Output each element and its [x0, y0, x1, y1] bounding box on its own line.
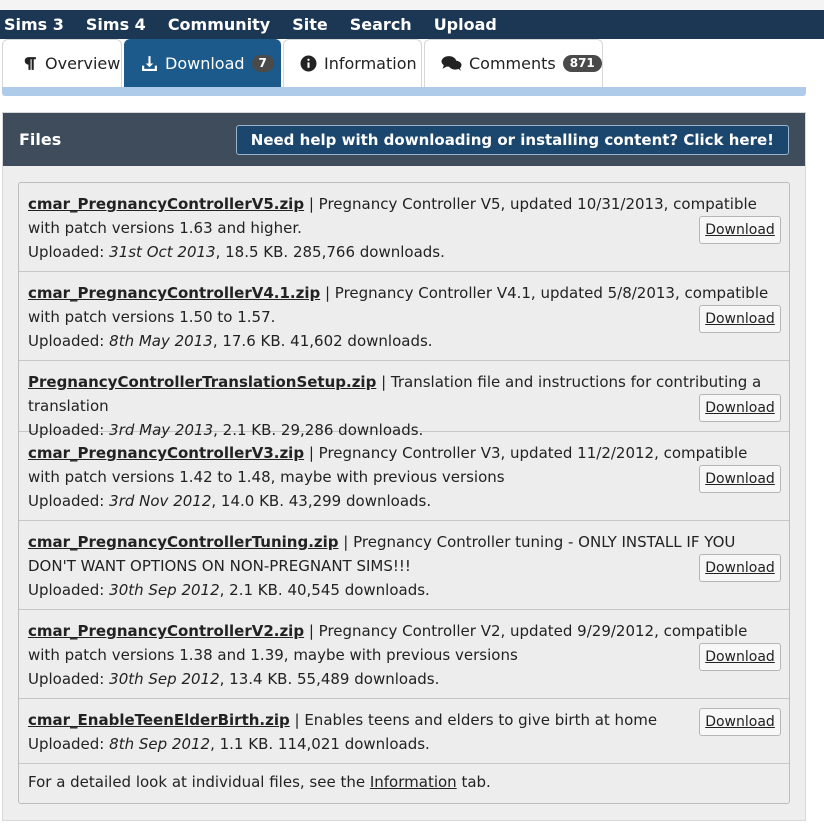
file-row: cmar_PregnancyControllerV2.zip | Pregnan… — [19, 610, 789, 699]
upload-date: 30th Sep 2012 — [109, 581, 220, 599]
tab-overview-label: Overview — [45, 54, 121, 73]
comments-count-badge: 871 — [562, 55, 602, 72]
tab-comments[interactable]: Comments 871 — [424, 39, 603, 87]
file-description: Enables teens and elders to give birth a… — [304, 711, 658, 729]
file-row: cmar_PregnancyControllerV4.1.zip | Pregn… — [19, 272, 789, 361]
nav-site[interactable]: Site — [292, 15, 328, 34]
tab-information[interactable]: Information — [283, 39, 422, 87]
upload-date: 8th May 2013 — [109, 332, 213, 350]
file-info: cmar_PregnancyControllerV3.zip | Pregnan… — [28, 444, 748, 510]
file-name-link[interactable]: cmar_PregnancyControllerV3.zip — [28, 444, 304, 462]
file-meta: , 13.4 KB. 55,489 downloads. — [219, 670, 440, 688]
file-meta: , 17.6 KB. 41,602 downloads. — [212, 332, 433, 350]
tab-download[interactable]: Download 7 — [124, 39, 281, 87]
uploaded-label: Uploaded: — [28, 243, 105, 261]
uploaded-label: Uploaded: — [28, 581, 105, 599]
information-tab-link[interactable]: Information — [370, 773, 457, 791]
tab-download-label: Download — [165, 54, 245, 73]
uploaded-label: Uploaded: — [28, 332, 105, 350]
tab-bar: Overview Download 7 Information Comments… — [0, 39, 824, 87]
uploaded-label: Uploaded: — [28, 492, 105, 510]
file-meta: , 18.5 KB. 285,766 downloads. — [215, 243, 445, 261]
tab-content-edge — [2, 87, 806, 96]
info-circle-icon — [300, 55, 317, 72]
footnote-text-before: For a detailed look at individual files,… — [28, 773, 370, 791]
download-button[interactable]: Download — [699, 554, 781, 582]
main-nav: Sims 3 Sims 4 Community Site Search Uplo… — [0, 10, 824, 39]
file-row: cmar_PregnancyControllerV5.zip | Pregnan… — [19, 183, 789, 272]
download-icon — [142, 56, 157, 71]
download-help-button[interactable]: Need help with downloading or installing… — [235, 124, 789, 155]
file-name-link[interactable]: cmar_EnableTeenElderBirth.zip — [28, 711, 290, 729]
files-panel-title: Files — [19, 130, 62, 149]
nav-search[interactable]: Search — [350, 15, 412, 34]
download-button[interactable]: Download — [699, 216, 781, 244]
files-panel-header: Files Need help with downloading or inst… — [3, 113, 805, 166]
download-count-badge: 7 — [251, 55, 274, 72]
file-info: cmar_PregnancyControllerV4.1.zip | Pregn… — [28, 284, 769, 350]
download-button[interactable]: Download — [699, 305, 781, 333]
files-footnote: For a detailed look at individual files,… — [28, 773, 491, 791]
top-strip — [0, 0, 824, 10]
file-meta: , 14.0 KB. 43,299 downloads. — [211, 492, 432, 510]
file-info: cmar_PregnancyControllerV2.zip | Pregnan… — [28, 622, 748, 688]
uploaded-label: Uploaded: — [28, 670, 105, 688]
tab-comments-label: Comments — [469, 54, 556, 73]
file-meta: , 1.1 KB. 114,021 downloads. — [210, 735, 430, 753]
upload-date: 3rd Nov 2012 — [109, 492, 212, 510]
download-button[interactable]: Download — [699, 643, 781, 671]
tab-overview[interactable]: Overview — [2, 39, 122, 87]
nav-sims3[interactable]: Sims 3 — [4, 15, 64, 34]
file-meta: , 2.1 KB. 40,545 downloads. — [219, 581, 430, 599]
file-name-link[interactable]: PregnancyControllerTranslationSetup.zip — [28, 373, 376, 391]
file-row: PregnancyControllerTranslationSetup.zip … — [19, 361, 789, 439]
nav-upload[interactable]: Upload — [434, 15, 497, 34]
footnote-text-after: tab. — [456, 773, 491, 791]
nav-community[interactable]: Community — [168, 15, 270, 34]
file-name-link[interactable]: cmar_PregnancyControllerV4.1.zip — [28, 284, 320, 302]
file-info: cmar_PregnancyControllerV5.zip | Pregnan… — [28, 195, 757, 261]
tab-information-label: Information — [324, 54, 417, 73]
file-row: cmar_PregnancyControllerTuning.zip | Pre… — [19, 521, 789, 610]
file-row: cmar_PregnancyControllerV3.zip | Pregnan… — [19, 432, 789, 521]
uploaded-label: Uploaded: — [28, 735, 105, 753]
download-button[interactable]: Download — [699, 708, 781, 736]
file-info: cmar_PregnancyControllerTuning.zip | Pre… — [28, 533, 736, 599]
nav-sims4[interactable]: Sims 4 — [86, 15, 146, 34]
pilcrow-icon — [24, 57, 36, 70]
upload-date: 8th Sep 2012 — [109, 735, 211, 753]
file-name-link[interactable]: cmar_PregnancyControllerV5.zip — [28, 195, 304, 213]
files-list: cmar_PregnancyControllerV5.zip | Pregnan… — [18, 182, 790, 804]
file-row: cmar_EnableTeenElderBirth.zip | Enables … — [19, 699, 789, 764]
comments-icon — [441, 56, 462, 71]
download-button[interactable]: Download — [699, 394, 781, 422]
upload-date: 31st Oct 2013 — [109, 243, 216, 261]
file-name-link[interactable]: cmar_PregnancyControllerV2.zip — [28, 622, 304, 640]
file-info: cmar_EnableTeenElderBirth.zip | Enables … — [28, 711, 658, 753]
upload-date: 30th Sep 2012 — [109, 670, 220, 688]
download-button[interactable]: Download — [699, 465, 781, 493]
file-name-link[interactable]: cmar_PregnancyControllerTuning.zip — [28, 533, 339, 551]
